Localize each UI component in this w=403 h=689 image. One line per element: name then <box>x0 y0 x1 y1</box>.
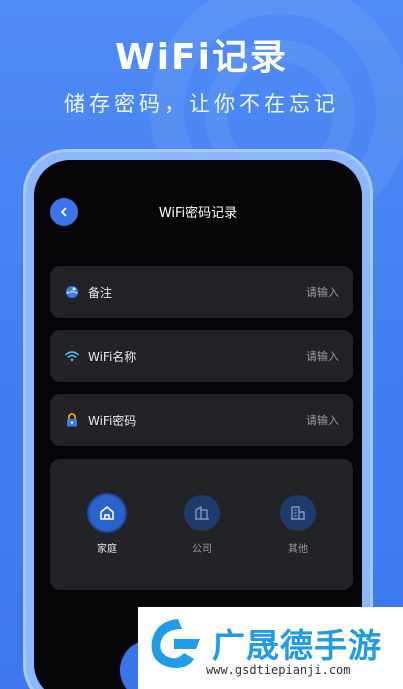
remark-input[interactable] <box>249 285 339 299</box>
hero-title: WiFi记录 <box>115 37 288 78</box>
site-logo-icon <box>151 619 200 668</box>
category-home-label: 家庭 <box>97 544 117 555</box>
category-other[interactable]: 其他 <box>268 495 328 555</box>
hero-subtitle: 储存密码，让你不在忘记 <box>64 92 339 116</box>
wifi-password-input[interactable] <box>249 413 339 427</box>
home-icon <box>89 495 125 531</box>
category-company-label: 公司 <box>192 544 212 555</box>
wifi-name-input[interactable] <box>249 349 339 363</box>
wifi-icon <box>64 348 80 364</box>
category-selector: 家庭 公司 其他 <box>50 459 353 590</box>
remark-label: 备注 <box>88 285 113 300</box>
watermark-url: www.gsdtiepianji.com <box>206 663 351 677</box>
remark-field[interactable]: 备注 <box>50 266 353 318</box>
wifi-password-label: WiFi密码 <box>88 413 137 428</box>
lock-icon <box>64 412 80 428</box>
category-company[interactable]: 公司 <box>172 495 232 555</box>
category-home[interactable]: 家庭 <box>77 495 137 555</box>
wifi-name-field[interactable]: WiFi名称 <box>50 330 353 382</box>
building-icon <box>280 495 316 531</box>
page-title: WiFi密码记录 <box>158 206 238 221</box>
nav-bar: WiFi密码记录 <box>34 160 362 264</box>
wifi-name-label: WiFi名称 <box>88 349 137 364</box>
globe-icon <box>64 284 80 300</box>
site-watermark: 广晟德手游 www.gsdtiepianji.com <box>138 607 403 689</box>
wifi-password-field[interactable]: WiFi密码 <box>50 394 353 446</box>
category-other-label: 其他 <box>288 544 308 555</box>
watermark-title: 广晟德手游 <box>212 626 382 665</box>
office-icon <box>184 495 220 531</box>
